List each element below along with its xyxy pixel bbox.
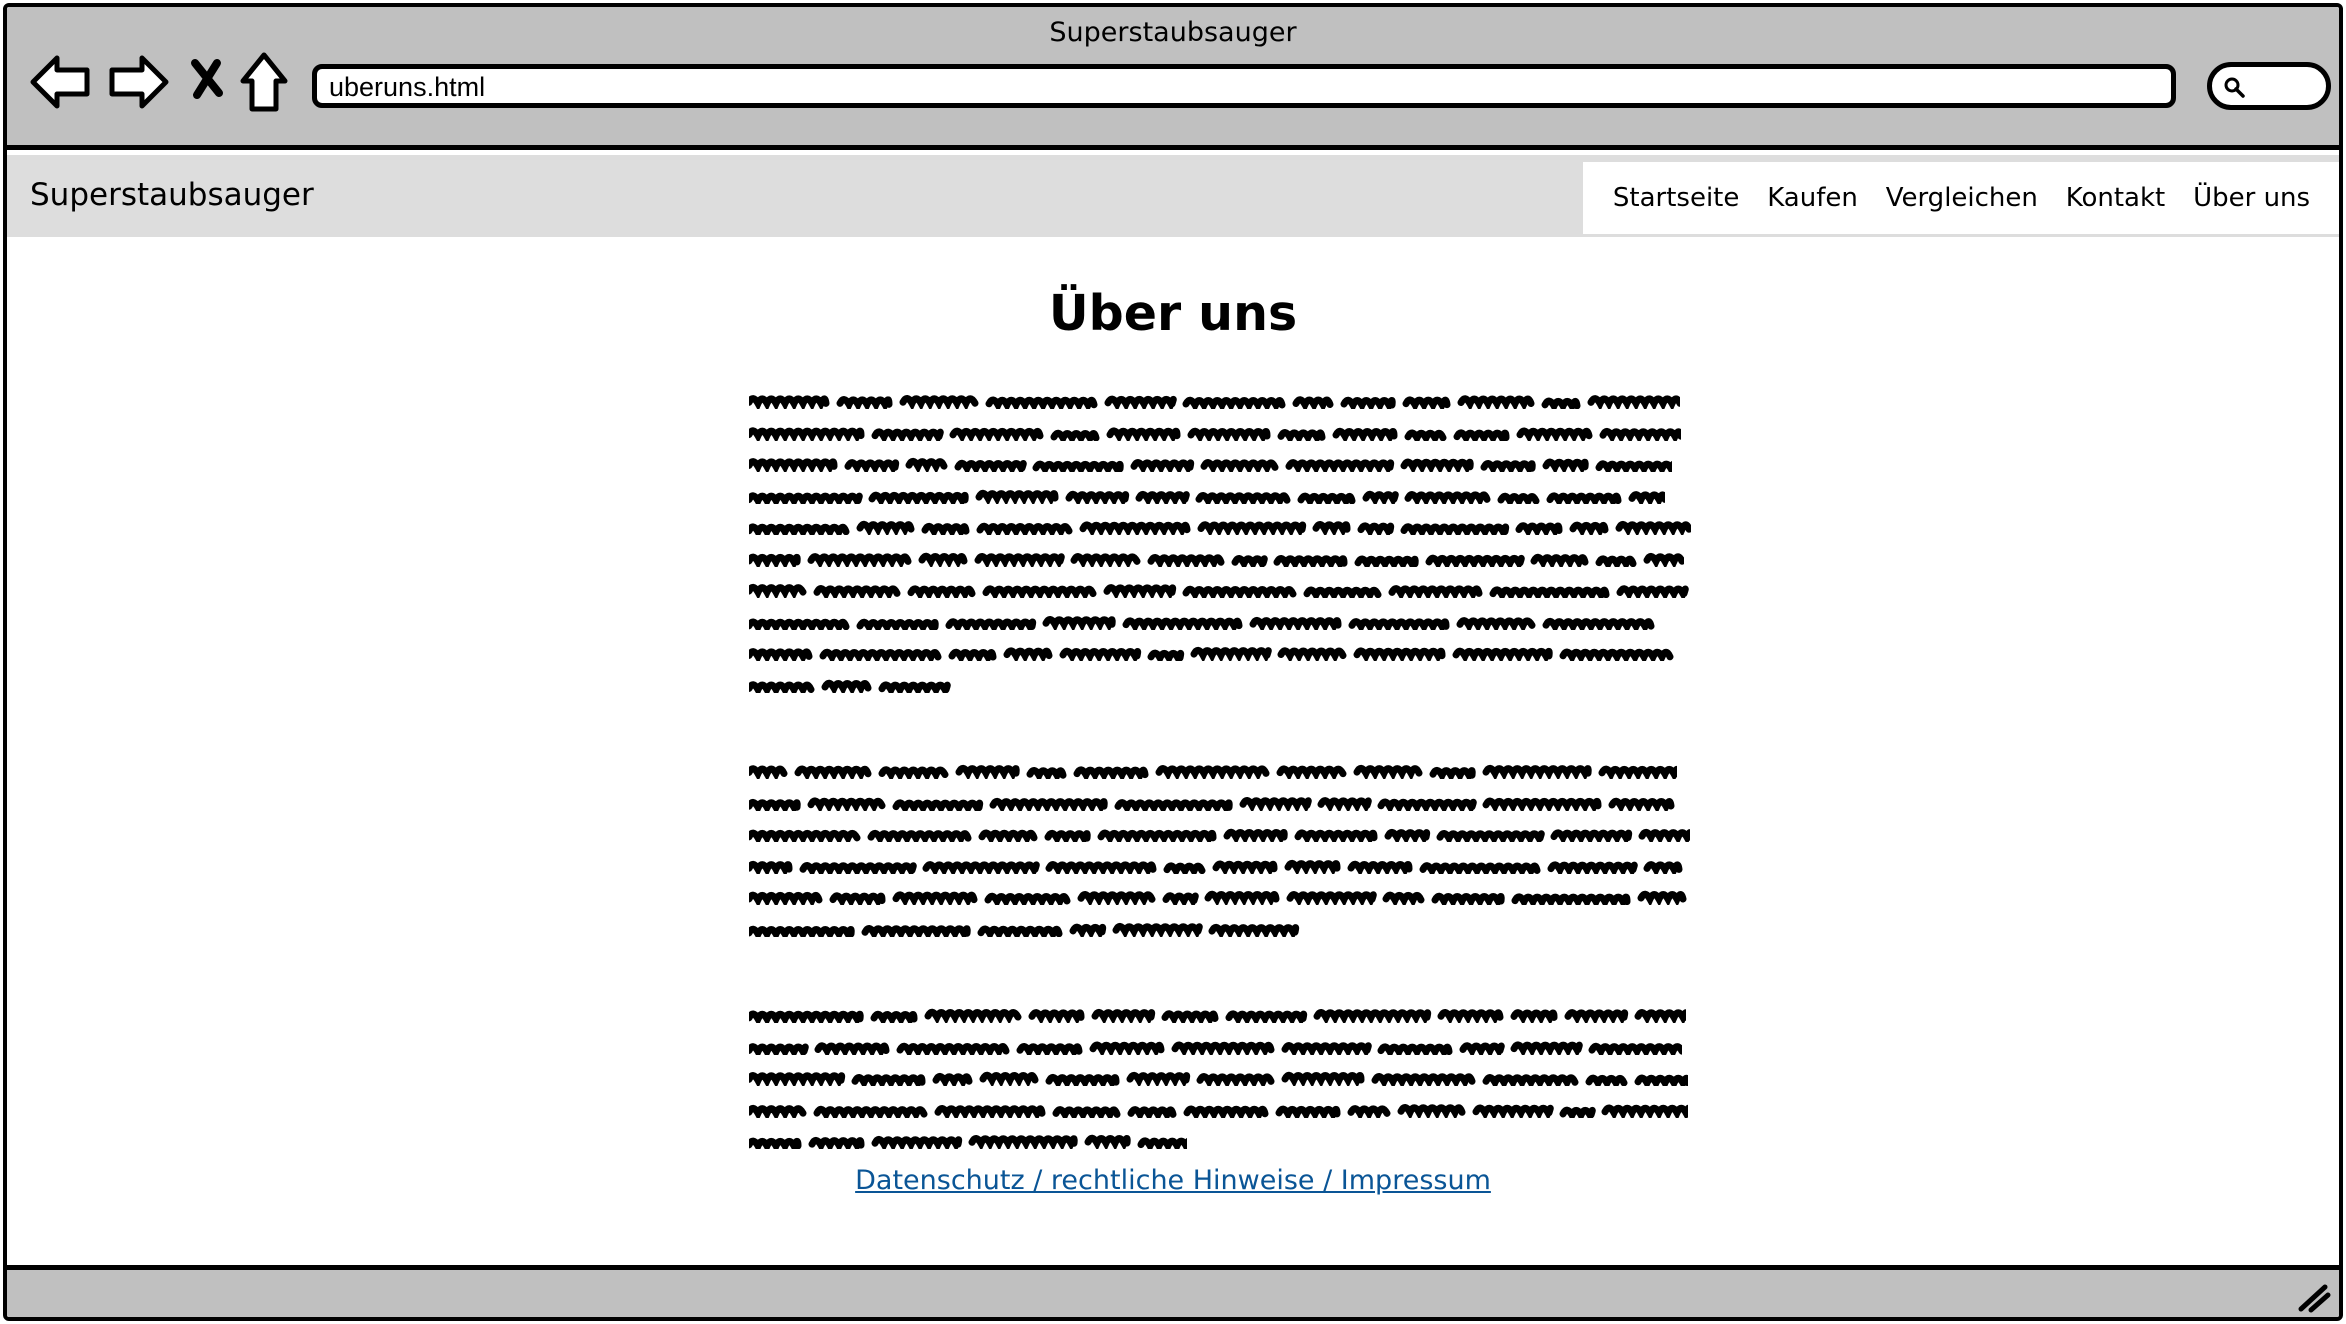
scribble-text-line (749, 999, 1699, 1031)
paragraph (749, 385, 1699, 700)
scribble-text-line (749, 1031, 1699, 1063)
home-icon (240, 52, 288, 112)
placeholder-text-content (749, 385, 1699, 1212)
forward-button[interactable] (104, 49, 170, 115)
scribble-text-line (749, 755, 1699, 787)
scribble-text-line (749, 385, 1699, 417)
browser-chrome: Superstaubsauger uberuns.html (7, 7, 2339, 150)
scribble-text-line (749, 881, 1699, 913)
browser-search-box[interactable] (2207, 62, 2331, 110)
scribble-text-line (749, 850, 1699, 882)
home-button[interactable] (231, 49, 297, 115)
arrow-left-icon (30, 55, 90, 109)
scribble-text-line (749, 637, 1699, 669)
back-button[interactable] (29, 49, 95, 115)
page-title: Über uns (1048, 285, 1298, 342)
nav-startseite[interactable]: Startseite (1613, 183, 1739, 213)
nav-kontakt[interactable]: Kontakt (2066, 183, 2166, 213)
scribble-text-line (749, 574, 1699, 606)
scribble-text-line (749, 1094, 1699, 1126)
scribble-text-line (749, 417, 1699, 449)
scribble-text-line (749, 543, 1699, 575)
arrow-right-icon (109, 55, 169, 109)
status-bar (7, 1265, 2339, 1317)
scribble-text-line (749, 1125, 1699, 1157)
paragraph (749, 755, 1699, 944)
browser-window: Superstaubsauger uberuns.html Superstaub… (3, 3, 2343, 1321)
address-bar[interactable]: uberuns.html (312, 64, 2176, 108)
scribble-text-line (749, 448, 1699, 480)
site-header: Superstaubsauger Startseite Kaufen Vergl… (7, 155, 2339, 237)
main-navigation: Startseite Kaufen Vergleichen Kontakt Üb… (1583, 162, 2339, 234)
nav-kaufen[interactable]: Kaufen (1767, 183, 1858, 213)
paragraph (749, 999, 1699, 1157)
site-logo[interactable]: Superstaubsauger (30, 177, 314, 213)
scribble-text-line (749, 606, 1699, 638)
resize-grip-icon[interactable] (2295, 1277, 2333, 1313)
scribble-text-line (749, 480, 1699, 512)
scribble-text-line (749, 511, 1699, 543)
scribble-text-line (749, 669, 1699, 701)
window-title: Superstaubsauger (1049, 17, 1297, 48)
scribble-text-line (749, 818, 1699, 850)
scribble-text-line (749, 787, 1699, 819)
search-icon (2224, 77, 2245, 98)
legal-footer-link[interactable]: Datenschutz / rechtliche Hinweise / Impr… (7, 1165, 2339, 1196)
scribble-text-line (749, 1062, 1699, 1094)
nav-vergleichen[interactable]: Vergleichen (1886, 183, 2038, 213)
nav-ueber-uns[interactable]: Über uns (2193, 183, 2310, 213)
scribble-text-line (749, 913, 1699, 945)
